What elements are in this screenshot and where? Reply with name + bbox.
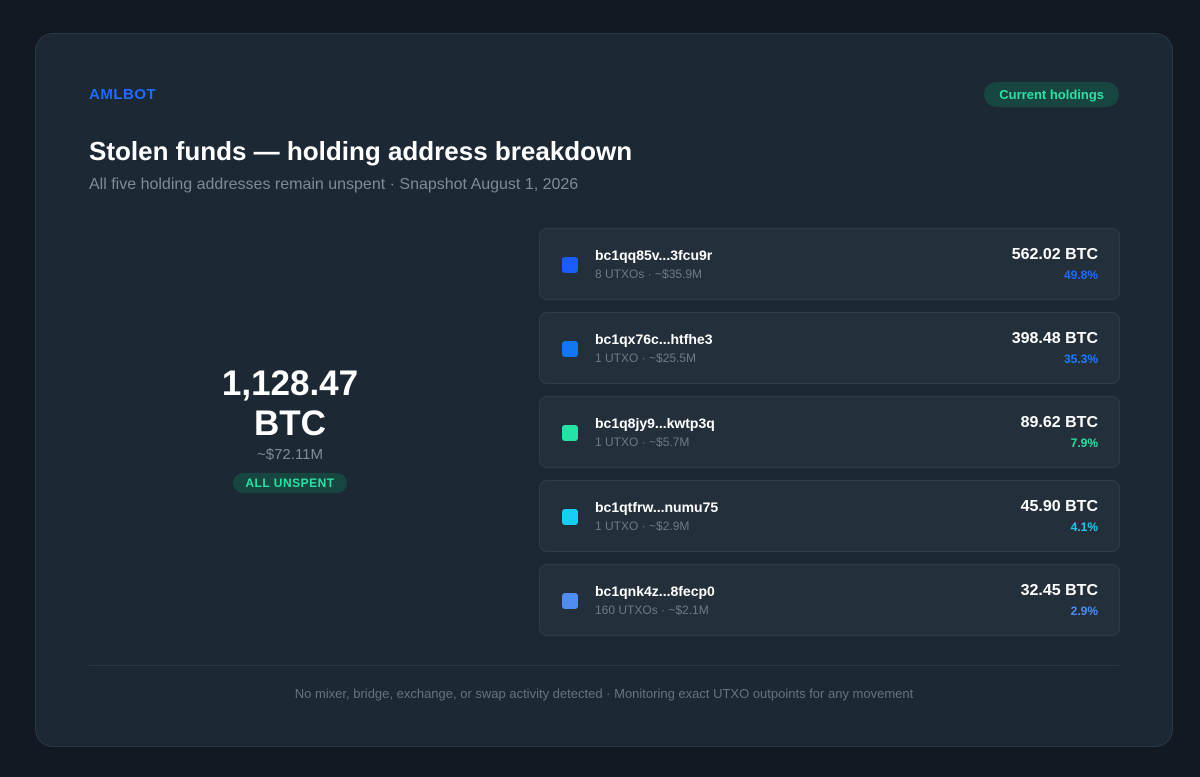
total-summary: 1,128.47 BTC ~$72.11M ALL UNSPENT [89, 364, 491, 493]
address-meta: 160 UTXOs · ~$2.1M [595, 603, 709, 617]
address-btc: 32.45 BTC [1020, 582, 1098, 599]
address-meta: 1 UTXO · ~$25.5M [595, 351, 697, 365]
address-label: bc1qtfrw...numu75 [595, 499, 719, 515]
total-usd: ~$72.11M [256, 446, 324, 463]
total-amount: 1,128.47 BTC [89, 364, 491, 444]
address-row[interactable]: bc1qnk4z...8fecp0 160 UTXOs · ~$2.1M 32.… [539, 564, 1120, 636]
page-subtitle: All five holding addresses remain unspen… [89, 176, 579, 193]
address-label: bc1qq85v...3fcu9r [595, 247, 713, 263]
holdings-card: AMLBOT Current holdings Stolen funds — h… [35, 33, 1173, 747]
color-swatch-icon [562, 257, 578, 273]
total-amount-unit: BTC [254, 404, 326, 443]
total-amount-value: 1,128.47 [221, 364, 359, 403]
color-swatch-icon [562, 341, 578, 357]
address-pct: 7.9% [1070, 436, 1098, 450]
address-btc: 398.48 BTC [1011, 330, 1098, 347]
status-pill: Current holdings [984, 82, 1119, 107]
address-row[interactable]: bc1qq85v...3fcu9r 8 UTXOs · ~$35.9M 562.… [539, 228, 1120, 300]
brand-label: AMLBOT [89, 86, 157, 103]
address-btc: 89.62 BTC [1020, 414, 1098, 431]
page-title: Stolen funds — holding address breakdown [89, 136, 633, 166]
address-meta: 1 UTXO · ~$2.9M [595, 519, 690, 533]
color-swatch-icon [562, 425, 578, 441]
address-row[interactable]: bc1q8jy9...kwtp3q 1 UTXO · ~$5.7M 89.62 … [539, 396, 1120, 468]
status-badge: ALL UNSPENT [233, 473, 347, 493]
footer-divider [89, 665, 1119, 666]
address-label: bc1qnk4z...8fecp0 [595, 583, 715, 599]
color-swatch-icon [562, 509, 578, 525]
address-pct: 4.1% [1070, 520, 1098, 534]
address-pct: 35.3% [1063, 352, 1098, 366]
footer-note: No mixer, bridge, exchange, or swap acti… [294, 686, 914, 701]
address-pct: 2.9% [1070, 604, 1098, 618]
address-label: bc1q8jy9...kwtp3q [595, 415, 715, 431]
address-meta: 8 UTXOs · ~$35.9M [595, 267, 703, 281]
address-row[interactable]: bc1qx76c...htfhe3 1 UTXO · ~$25.5M 398.4… [539, 312, 1120, 384]
address-meta: 1 UTXO · ~$5.7M [595, 435, 690, 449]
address-pct: 49.8% [1063, 268, 1098, 282]
color-swatch-icon [562, 593, 578, 609]
address-btc: 45.90 BTC [1020, 498, 1098, 515]
address-list: bc1qq85v...3fcu9r 8 UTXOs · ~$35.9M 562.… [539, 228, 1120, 648]
address-label: bc1qx76c...htfhe3 [595, 331, 713, 347]
address-btc: 562.02 BTC [1011, 246, 1098, 263]
address-row[interactable]: bc1qtfrw...numu75 1 UTXO · ~$2.9M 45.90 … [539, 480, 1120, 552]
